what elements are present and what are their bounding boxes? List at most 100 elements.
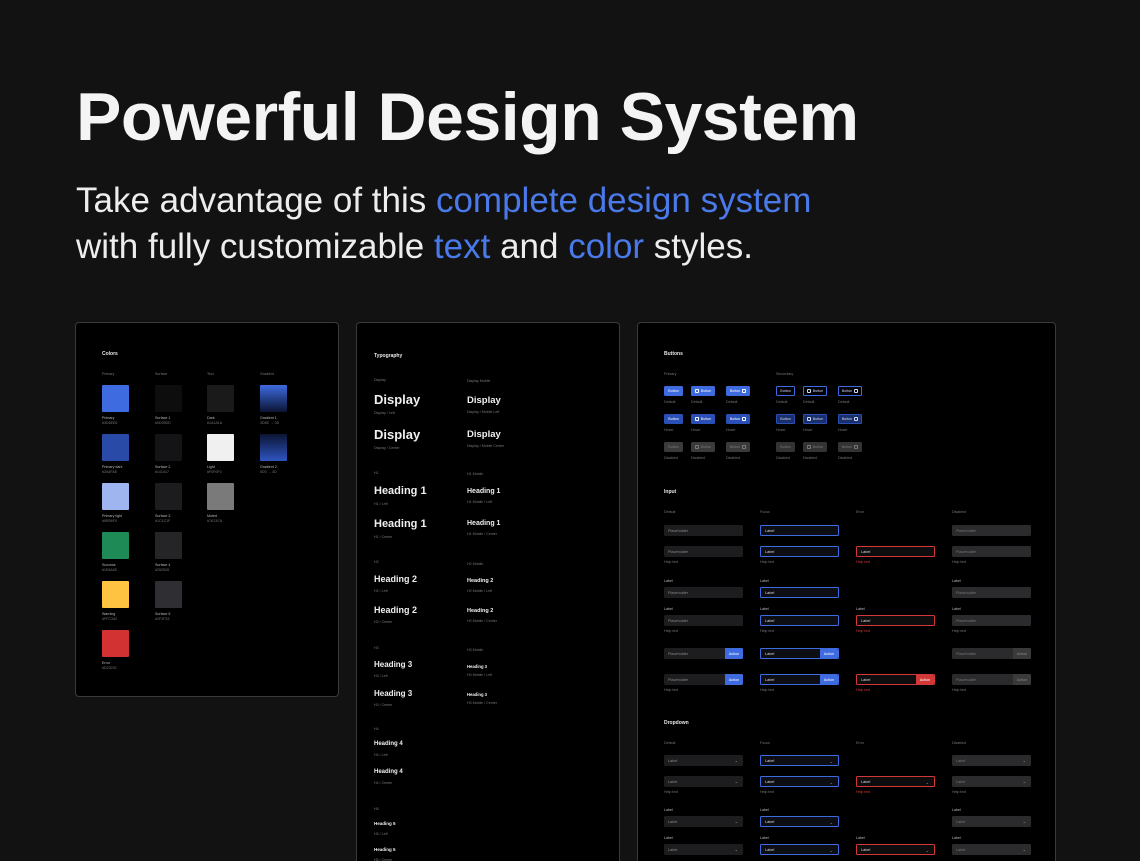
chevron-down-icon: ⌄ [734, 758, 738, 763]
input-action-button[interactable]: Action [725, 674, 743, 685]
dropdown-select[interactable]: Label ⌄ [952, 755, 1031, 766]
primary-button[interactable]: Button [726, 386, 750, 396]
text-input[interactable]: Placeholder Action [952, 674, 1031, 685]
secondary-button[interactable]: Button [776, 414, 795, 424]
input-value: Placeholder [956, 651, 977, 656]
dropdown-value: Label [668, 779, 678, 784]
sub2-text: with fully customizable [76, 227, 434, 266]
help-text: Help text [760, 790, 775, 794]
color-swatch [207, 434, 234, 461]
secondary-button[interactable]: Button [803, 442, 827, 452]
button-icon [806, 389, 811, 393]
colors-col-header: Surface [155, 372, 168, 376]
button-label: Button [700, 389, 712, 393]
swatch-hex: #141417 [155, 470, 169, 474]
dropdown-select[interactable]: Label ⌄ [664, 755, 743, 766]
text-input[interactable]: Label [760, 587, 839, 598]
type-caption: H2 / Center [374, 620, 393, 624]
swatch-name: Primary dark [102, 465, 123, 469]
button-label: Button [780, 417, 791, 421]
input-action-button[interactable]: Action [820, 675, 838, 684]
secondary-button[interactable]: Button [838, 414, 862, 424]
text-input[interactable]: Label [760, 525, 839, 536]
input-action-button[interactable]: Action [1013, 648, 1031, 659]
input-action-button[interactable]: Action [725, 648, 743, 659]
swatch-hex: #D23232 [102, 666, 117, 670]
swatch-hex: #0D0D0D [155, 421, 171, 425]
dropdown-select[interactable]: Label ⌄ [952, 844, 1031, 855]
primary-button[interactable]: Button [664, 442, 683, 452]
input-action-button[interactable]: Action [916, 675, 934, 684]
dropdown-select[interactable]: Label ⌄ [952, 816, 1031, 827]
text-input[interactable]: Label [856, 546, 935, 557]
primary-button[interactable]: Button [726, 442, 750, 452]
primary-button[interactable]: Button [691, 442, 715, 452]
primary-button[interactable]: Button [691, 386, 715, 396]
color-swatch [102, 385, 129, 412]
dropdown-select[interactable]: Label ⌄ [664, 844, 743, 855]
text-input[interactable]: Placeholder [952, 615, 1031, 626]
swatch-hex: #1C1C1F [155, 519, 171, 523]
text-input[interactable]: Label [856, 615, 935, 626]
dropdown-select[interactable]: Label ⌄ [760, 755, 839, 766]
text-input[interactable]: Placeholder [952, 546, 1031, 557]
colors-title: Colors [102, 351, 118, 357]
text-input[interactable]: Placeholder [664, 525, 743, 536]
button-state-label: Default [803, 400, 815, 404]
secondary-button[interactable]: Button [838, 386, 862, 396]
dropdown-title: Dropdown [664, 720, 689, 726]
input-action-button[interactable]: Action [1013, 674, 1031, 685]
type-caption: H2 / Left [374, 589, 388, 593]
type-sample: Display [374, 427, 421, 442]
input-state-header: Error [856, 510, 864, 514]
dropdown-select[interactable]: Label ⌄ [952, 776, 1031, 787]
text-input[interactable]: Placeholder Action [664, 648, 743, 659]
type-sample-mobile: Heading 3 [467, 692, 488, 697]
secondary-button[interactable]: Button [803, 386, 827, 396]
chevron-down-icon: ⌄ [1022, 779, 1026, 784]
secondary-button[interactable]: Button [803, 414, 827, 424]
dropdown-select[interactable]: Label ⌄ [760, 844, 839, 855]
button-state-label: Disabled [664, 456, 678, 460]
chevron-down-icon: ⌄ [1022, 758, 1026, 763]
text-input[interactable]: Placeholder [952, 587, 1031, 598]
text-input[interactable]: Label Action [760, 674, 839, 685]
dropdown-select[interactable]: Label ⌄ [856, 844, 935, 855]
type-caption: H4 / Center [374, 781, 393, 785]
color-swatch [155, 434, 182, 461]
dropdown-select[interactable]: Label ⌄ [664, 816, 743, 827]
input-action-button[interactable]: Action [820, 649, 838, 658]
text-input[interactable]: Label [760, 546, 839, 557]
text-input[interactable]: Placeholder Action [952, 648, 1031, 659]
text-input[interactable]: Placeholder [664, 587, 743, 598]
primary-button[interactable]: Button [691, 414, 715, 424]
dropdown-select[interactable]: Label ⌄ [760, 776, 839, 787]
dropdown-value: Label [956, 847, 966, 852]
text-input[interactable]: Label [760, 615, 839, 626]
secondary-button[interactable]: Button [776, 442, 795, 452]
dropdown-value: Label [765, 819, 775, 824]
swatch-hex: #1E8A55 [102, 568, 117, 572]
button-label: Button [729, 417, 741, 421]
text-input[interactable]: Placeholder [664, 546, 743, 557]
text-input[interactable]: Label Action [760, 648, 839, 659]
primary-button[interactable]: Button [664, 414, 683, 424]
dropdown-select[interactable]: Label ⌄ [664, 776, 743, 787]
text-input[interactable]: Placeholder [952, 525, 1031, 536]
help-text: Help text [952, 790, 967, 794]
text-input[interactable]: Placeholder Action [664, 674, 743, 685]
primary-button[interactable]: Button [726, 414, 750, 424]
button-state-label: Hover [838, 428, 848, 432]
dropdown-select[interactable]: Label ⌄ [760, 816, 839, 827]
hero-title: Powerful Design System [76, 79, 859, 155]
color-swatch [155, 385, 182, 412]
color-swatch [260, 385, 287, 412]
text-input[interactable]: Label Action [856, 674, 935, 685]
secondary-button[interactable]: Button [776, 386, 795, 396]
text-input[interactable]: Placeholder [664, 615, 743, 626]
primary-button[interactable]: Button [664, 386, 683, 396]
dropdown-select[interactable]: Label ⌄ [856, 776, 935, 787]
chevron-down-icon: ⌄ [829, 820, 833, 825]
type-caption: H3 Mobile / Center [467, 701, 497, 706]
secondary-button[interactable]: Button [838, 442, 862, 452]
